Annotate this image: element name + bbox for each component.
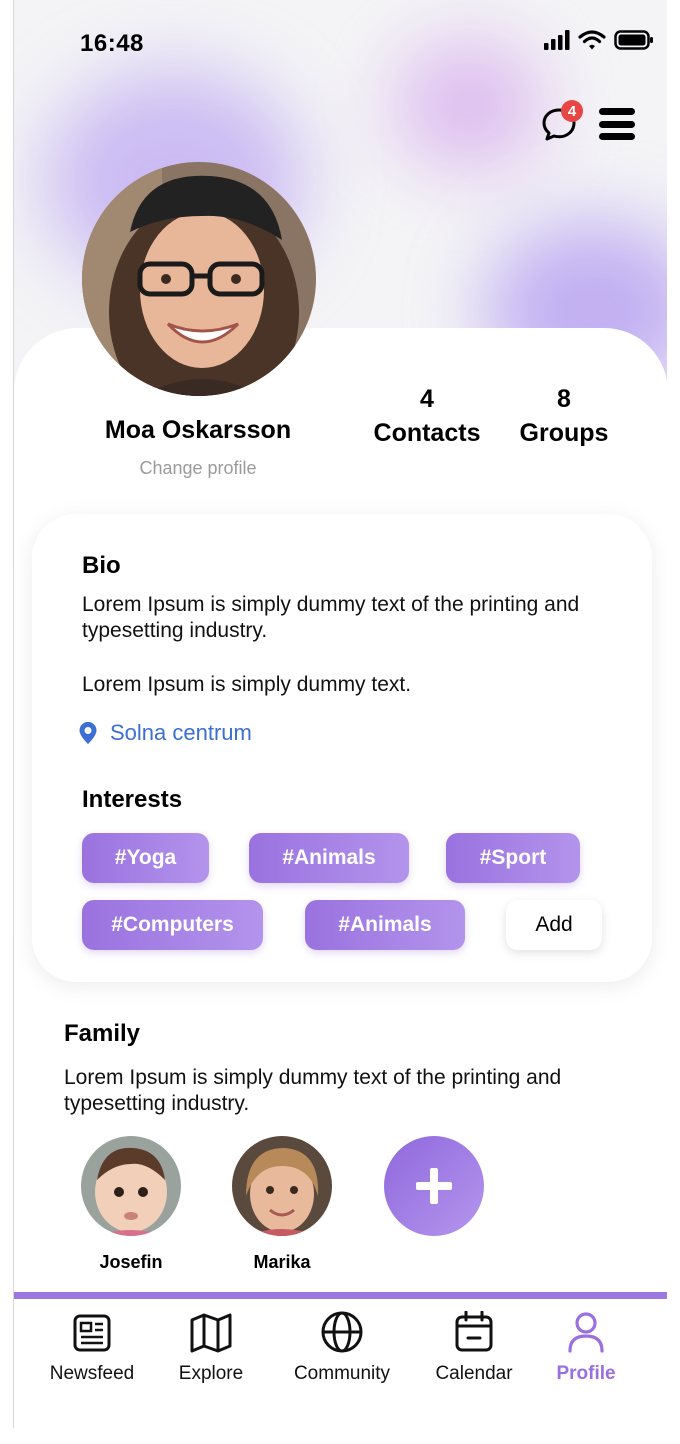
nav-label: Community xyxy=(293,1363,391,1384)
change-profile-link[interactable]: Change profile xyxy=(98,458,298,479)
interest-tag[interactable]: #Animals xyxy=(305,900,465,950)
bio-card: Bio Lorem Ipsum is simply dummy text of … xyxy=(32,514,652,982)
family-member-name: Marika xyxy=(253,1252,311,1272)
plus-icon xyxy=(416,1168,452,1204)
menu-button[interactable] xyxy=(599,108,635,140)
add-interest-button[interactable]: Add xyxy=(506,900,602,950)
interest-tag[interactable]: #Computers xyxy=(82,900,263,950)
map-icon xyxy=(190,1313,232,1353)
hamburger-icon xyxy=(599,108,635,115)
profile-avatar[interactable] xyxy=(82,162,316,396)
newspaper-icon xyxy=(73,1314,111,1352)
family-member[interactable]: Marika xyxy=(227,1136,337,1273)
groups-label: Groups xyxy=(519,419,609,447)
family-text: Lorem Ipsum is simply dummy text of the … xyxy=(64,1066,562,1115)
bio-text: Lorem Ipsum is simply dummy text of the … xyxy=(82,593,580,642)
interest-tag[interactable]: #Yoga xyxy=(82,833,209,883)
bio-title: Bio xyxy=(82,552,121,579)
notification-badge: 4 xyxy=(561,100,583,122)
signal-icon xyxy=(544,30,570,50)
contacts-label: Contacts xyxy=(373,419,481,447)
nav-divider xyxy=(14,1292,667,1299)
battery-icon xyxy=(614,30,653,50)
messages-button[interactable]: 4 xyxy=(541,100,583,142)
interest-tag[interactable]: #Animals xyxy=(249,833,409,883)
nav-item-explore[interactable]: Explore xyxy=(166,1313,256,1385)
status-time: 16:48 xyxy=(80,30,144,57)
contacts-count: 4 xyxy=(420,385,434,413)
nav-item-calendar[interactable]: Calendar xyxy=(426,1311,522,1385)
nav-label: Profile xyxy=(556,1363,616,1384)
location-link[interactable]: Solna centrum xyxy=(78,720,252,746)
groups-count: 8 xyxy=(557,385,571,413)
groups-stat[interactable]: 8 Groups xyxy=(509,382,619,450)
status-icons xyxy=(544,30,654,50)
family-title: Family xyxy=(64,1020,141,1047)
bio-text-secondary: Lorem Ipsum is simply dummy text. xyxy=(82,673,412,696)
hamburger-icon xyxy=(599,133,635,140)
family-member-avatar xyxy=(81,1136,181,1236)
nav-item-community[interactable]: Community xyxy=(282,1311,402,1385)
family-member[interactable]: Josefin xyxy=(76,1136,186,1273)
globe-icon xyxy=(321,1311,363,1353)
interest-tag[interactable]: #Sport xyxy=(446,833,580,883)
wifi-icon xyxy=(578,30,606,50)
location-label: Solna centrum xyxy=(110,720,252,745)
calendar-icon xyxy=(455,1311,493,1352)
nav-label: Newsfeed xyxy=(49,1363,135,1384)
status-bar: 16:48 xyxy=(80,30,660,60)
nav-item-profile[interactable]: Profile xyxy=(542,1312,630,1385)
interests-title: Interests xyxy=(82,786,183,813)
profile-name: Moa Oskarsson xyxy=(104,416,292,444)
hamburger-icon xyxy=(599,120,635,128)
nav-label: Explore xyxy=(178,1363,244,1384)
contacts-stat[interactable]: 4 Contacts xyxy=(367,382,487,450)
nav-item-newsfeed[interactable]: Newsfeed xyxy=(42,1313,142,1385)
nav-label: Calendar xyxy=(435,1363,513,1384)
bottom-nav: Newsfeed Explore Community Calendar Prof… xyxy=(14,1299,667,1428)
family-member-avatar xyxy=(232,1136,332,1236)
header-actions: 4 xyxy=(541,100,635,142)
phone-screen: 16:48 4 Moa Oskarsson Change profile 4 C… xyxy=(13,0,667,1428)
location-pin-icon xyxy=(79,722,97,744)
add-family-member-button[interactable] xyxy=(384,1136,484,1236)
family-member-name: Josefin xyxy=(99,1252,163,1272)
user-icon xyxy=(568,1312,604,1353)
